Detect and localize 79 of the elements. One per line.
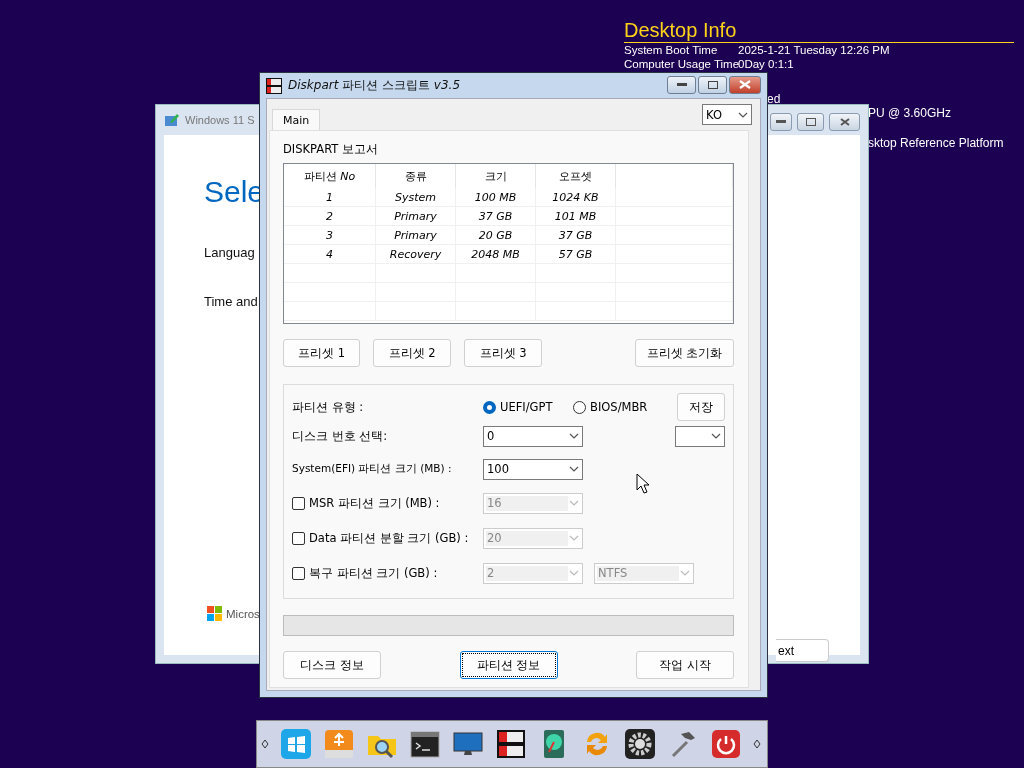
start-icon[interactable] [280, 728, 312, 760]
maximize-icon [805, 118, 816, 126]
report-title: DISKPART 보고서 [283, 142, 378, 157]
preset-button[interactable]: 프리셋 2 [373, 339, 451, 367]
terminal-icon[interactable] [409, 728, 441, 760]
minimize-button[interactable] [770, 113, 792, 131]
preset-slot-dropdown[interactable] [675, 425, 725, 447]
preset-button[interactable]: 프리셋 1 [283, 339, 360, 367]
field-label: System(EFI) 파티션 크기 (MB) : [292, 462, 452, 476]
radio-option[interactable]: BIOS/MBR [573, 400, 653, 414]
table-cell: 37 GB [478, 209, 513, 223]
table-cell: 37 GB [558, 228, 593, 242]
radio-option[interactable]: UEFI/GPT [483, 400, 561, 414]
minimize-button[interactable] [667, 75, 696, 94]
action-button[interactable]: 디스크 정보 [283, 651, 381, 679]
save-button[interactable]: 저장 [677, 393, 725, 421]
table-cell: 100 MB [474, 190, 517, 204]
table-cell: Primary [394, 228, 437, 242]
info-value: 2025-1-21 Tuesday 12:26 PM [738, 43, 890, 57]
table-cell: System [395, 190, 436, 204]
table-cell: 101 MB [554, 209, 597, 223]
column-header: 크기 [484, 168, 507, 184]
maximize-icon [707, 80, 718, 89]
window-title: Diskpart 파티션 스크립트 v3.5 [288, 77, 461, 94]
logo-icon [207, 606, 222, 621]
table-cell: 3 [326, 228, 333, 242]
table-cell: 57 GB [558, 247, 593, 261]
table-cell: 2 [326, 209, 333, 223]
preset-button[interactable]: 프리셋 3 [464, 339, 542, 367]
power-icon[interactable] [710, 728, 742, 760]
field-label: 복구 파티션 크기 (GB) : [309, 565, 438, 581]
close-button[interactable] [729, 75, 761, 94]
setup-icon [164, 113, 180, 127]
column-header: 오프셋 [559, 168, 592, 184]
cursor-icon [636, 473, 649, 494]
setup-label: Time and [204, 294, 258, 309]
table-cell: Primary [394, 209, 437, 223]
preset-reset-button[interactable]: 프리셋 초기화 [635, 339, 734, 367]
info-text: sktop Reference Platform [868, 136, 1004, 150]
field-label: MSR 파티션 크기 (MB) : [309, 495, 440, 511]
close-button[interactable] [829, 113, 860, 131]
close-icon [839, 118, 850, 126]
minimize-icon [676, 82, 687, 87]
info-label: Computer Usage Time [624, 57, 738, 71]
language-dropdown[interactable]: KO [702, 104, 752, 125]
grip-icon [261, 739, 269, 749]
value-dropdown[interactable]: 0 [483, 425, 583, 447]
next-button[interactable]: ext [776, 639, 829, 662]
table-cell: Recovery [389, 247, 442, 261]
action-button[interactable]: 파티션 정보 [459, 651, 558, 679]
info-text: PU @ 3.60GHz [868, 106, 951, 120]
column-header: 종류 [404, 168, 427, 184]
window-title: Windows 11 S [185, 114, 255, 126]
drive-stack-icon [266, 77, 282, 94]
info-value: 0Day 0:1:1 [738, 57, 794, 71]
value-dropdown[interactable]: 100 [483, 458, 583, 480]
drive-stack-icon[interactable] [495, 728, 527, 760]
setup-label: Languag [204, 245, 255, 260]
close-icon [739, 80, 751, 89]
table-cell: 2048 MB [471, 247, 520, 261]
settings-icon[interactable] [624, 728, 656, 760]
minimize-icon [776, 120, 786, 124]
info-text: ed [767, 92, 781, 106]
table-cell: 1024 KB [552, 190, 599, 204]
field-label: 파티션 유형 : [292, 399, 364, 415]
table-cell: 4 [326, 247, 333, 261]
field-label: Data 파티션 분할 크기 (GB) : [309, 530, 469, 546]
maximize-button[interactable] [698, 75, 727, 94]
action-button[interactable]: 작업 시작 [636, 651, 734, 679]
tab[interactable]: Main [272, 109, 321, 130]
maximize-button[interactable] [797, 113, 824, 131]
table-cell: 1 [326, 190, 333, 204]
column-header: 파티션 No [303, 168, 356, 184]
table-cell: 20 GB [478, 228, 513, 242]
grip-icon [753, 739, 761, 749]
info-label: System Boot Time [624, 43, 719, 57]
logo-text: Micros [226, 607, 260, 620]
field-label: 디스크 번호 선택: [292, 428, 388, 444]
info-title: Desktop Info [624, 19, 1014, 43]
